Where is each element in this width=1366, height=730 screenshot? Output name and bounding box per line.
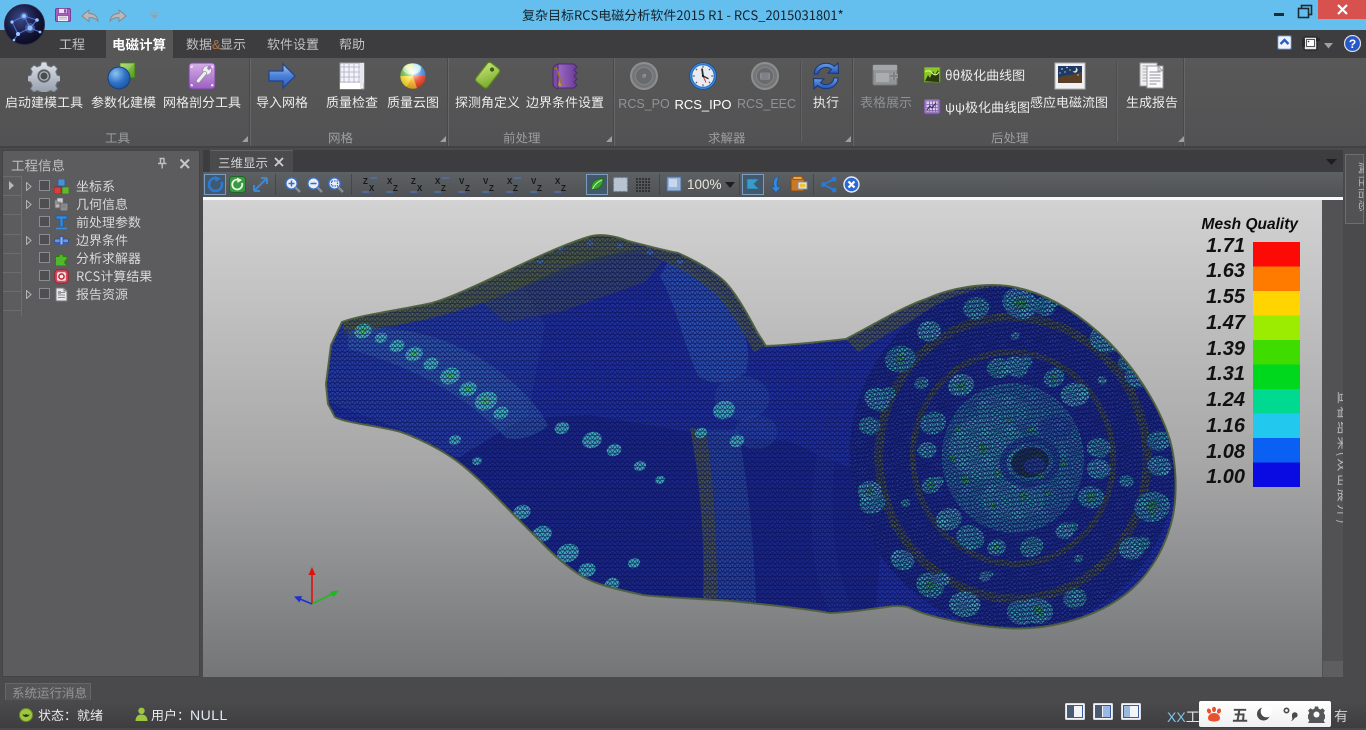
svg-text:Z: Z: [441, 184, 446, 193]
svg-text:X: X: [369, 184, 375, 193]
svg-text:?: ?: [1349, 37, 1356, 51]
svg-text:Z: Z: [411, 177, 416, 186]
svg-text:Z: Z: [465, 184, 470, 193]
svg-text:Z: Z: [393, 184, 398, 193]
svg-text:&: &: [212, 37, 221, 52]
svg-text:Z: Z: [363, 177, 368, 186]
svg-text:Z: Z: [537, 184, 542, 193]
svg-text:Z: Z: [513, 184, 518, 193]
svg-text:X: X: [417, 184, 423, 193]
svg-text:Z: Z: [489, 184, 494, 193]
svg-text:Z: Z: [561, 184, 566, 193]
